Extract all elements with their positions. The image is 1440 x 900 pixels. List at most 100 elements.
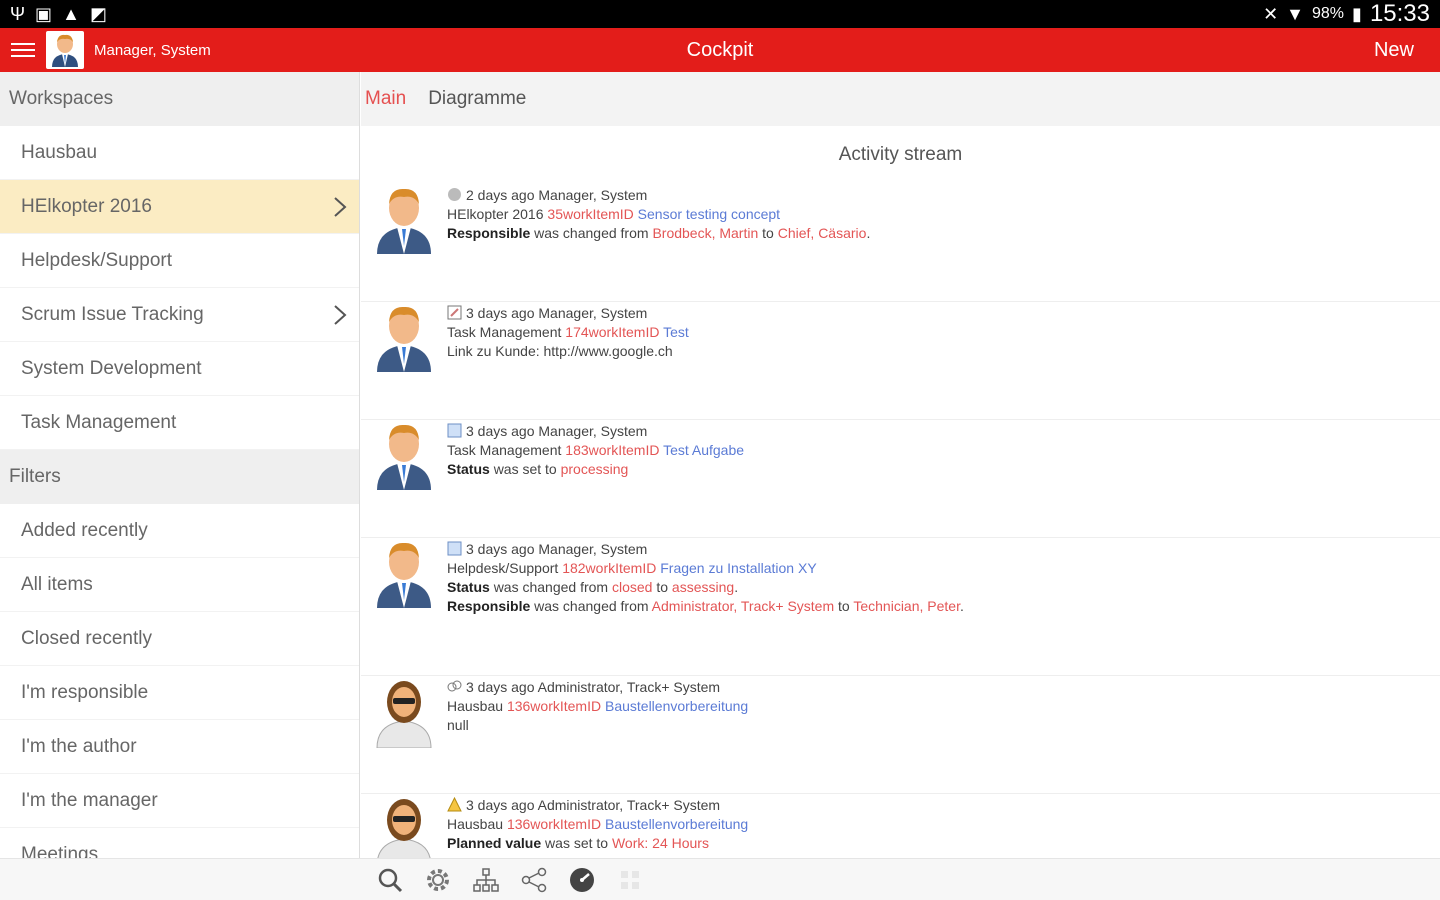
item-id-link[interactable]: 136workItemID (507, 698, 601, 714)
entry-change-line: Responsible was changed from Administrat… (447, 598, 964, 614)
clock: 15:33 (1369, 0, 1430, 27)
sidebar-item-task-management[interactable]: Task Management (0, 396, 359, 450)
item-title-link[interactable]: Test Aufgabe (663, 442, 744, 458)
gallery-icon: ◩ (89, 4, 107, 24)
entry-meta: 3 days ago Administrator, Track+ System (447, 678, 748, 697)
sidebar-item-system-development[interactable]: System Development (0, 342, 359, 396)
activity-stream-title: Activity stream (838, 144, 963, 165)
sidebar-item-all-items[interactable]: All items (0, 558, 359, 612)
battery-icon: ▮ (1352, 3, 1362, 24)
entry-change-line: Link zu Kunde: http://www.google.ch (447, 343, 673, 359)
entry-text: 3 days ago Manager, System Task Manageme… (447, 420, 744, 537)
item-id-link[interactable]: 174workItemID (565, 324, 659, 340)
item-title-link[interactable]: Sensor testing concept (638, 206, 780, 222)
manager-avatar (361, 302, 447, 419)
hierarchy-icon[interactable] (472, 866, 500, 894)
tab-diagramme[interactable]: Diagramme (428, 88, 526, 110)
filters-header: Filters (0, 450, 359, 504)
manager-avatar-icon (377, 542, 431, 608)
item-id-link[interactable]: 183workItemID (565, 442, 659, 458)
share-icon[interactable] (520, 866, 548, 894)
manager-avatar (361, 184, 447, 301)
manager-avatar-icon (377, 424, 431, 490)
sidebar-item-label: I'm responsible (21, 682, 149, 703)
user-name[interactable]: Manager, System (94, 42, 211, 59)
tab-main[interactable]: Main (365, 88, 406, 110)
item-title-link[interactable]: Fragen zu Installation XY (660, 560, 816, 576)
bottom-toolbar (0, 858, 1440, 900)
tab-bar: Main Diagramme (361, 72, 1440, 126)
entry-text: 3 days ago Manager, System Helpdesk/Supp… (447, 538, 964, 675)
admin-avatar-icon (376, 681, 432, 748)
dashboard-icon[interactable] (568, 866, 596, 894)
edit-icon (447, 305, 462, 320)
sidebar-item-meetings[interactable]: Meetings (0, 828, 359, 858)
manager-avatar (361, 420, 447, 537)
sidebar-item-helpdesk-support[interactable]: Helpdesk/Support (0, 234, 359, 288)
sidebar-item-im-the-manager[interactable]: I'm the manager (0, 774, 359, 828)
entry-meta: 3 days ago Manager, System (447, 540, 964, 559)
sidebar-item-label: Task Management (21, 412, 177, 433)
main-panel: Main Diagramme Activity stream 2 days ag… (361, 72, 1440, 858)
activity-entry[interactable]: 3 days ago Manager, System Task Manageme… (361, 420, 1440, 538)
entry-text: 2 days ago Manager, System HElkopter 201… (447, 184, 870, 301)
sidebar-item-label: Scrum Issue Tracking (21, 304, 204, 325)
user-avatar-icon (52, 34, 78, 67)
page-title-wrapper: Cockpit (0, 39, 1440, 62)
sidebar-item-scrum-issue-tracking[interactable]: Scrum Issue Tracking (0, 288, 359, 342)
activity-entry[interactable]: 3 days ago Administrator, Track+ System … (361, 676, 1440, 794)
sidebar-item-im-responsible[interactable]: I'm responsible (0, 666, 359, 720)
activity-entry[interactable]: 3 days ago Manager, System Helpdesk/Supp… (361, 538, 1440, 676)
activity-entry[interactable]: 3 days ago Manager, System Task Manageme… (361, 302, 1440, 420)
sidebar-item-label: Meetings (21, 844, 99, 858)
sidebar: Workspaces Hausbau HElkopter 2016 Helpde… (0, 72, 360, 858)
entry-meta: 2 days ago Manager, System (447, 186, 870, 205)
workspaces-header: Workspaces (0, 72, 359, 126)
chevron-right-icon[interactable] (329, 196, 351, 218)
warning-icon (447, 796, 462, 812)
sidebar-item-closed-recently[interactable]: Closed recently (0, 612, 359, 666)
chevron-right-icon[interactable] (329, 304, 351, 326)
entry-change-line: Status was changed from closed to assess… (447, 579, 739, 595)
item-title-link[interactable]: Baustellenvorbereitung (605, 698, 748, 714)
menu-icon[interactable] (0, 28, 40, 72)
sidebar-item-helikopter-2016[interactable]: HElkopter 2016 (0, 180, 359, 234)
sidebar-item-hausbau[interactable]: Hausbau (0, 126, 359, 180)
sidebar-item-im-the-author[interactable]: I'm the author (0, 720, 359, 774)
comment-icon (447, 187, 462, 202)
admin-avatar-icon (377, 799, 431, 858)
wifi-icon: ▼ (1286, 3, 1304, 24)
app-bar: Manager, System Cockpit New (0, 28, 1440, 72)
sidebar-item-label: I'm the manager (21, 790, 158, 811)
item-title-link[interactable]: Baustellenvorbereitung (605, 816, 748, 832)
battery-percent: 98% (1312, 5, 1345, 22)
entry-change-line: Status was set to processing (447, 461, 629, 477)
sidebar-item-label: Closed recently (21, 628, 152, 649)
item-id-link[interactable]: 136workItemID (507, 816, 601, 832)
new-button[interactable]: New (1374, 28, 1414, 72)
entry-meta: 3 days ago Manager, System (447, 422, 744, 441)
item-title-link[interactable]: Test (663, 324, 689, 340)
sidebar-item-label: HElkopter 2016 (21, 196, 152, 217)
entry-meta: 3 days ago Administrator, Track+ System (447, 796, 748, 815)
mute-icon: ✕ (1263, 3, 1279, 24)
activity-entry[interactable]: 3 days ago Administrator, Track+ System … (361, 794, 1440, 858)
item-id-link[interactable]: 35workItemID (547, 206, 633, 222)
activity-entry[interactable]: 2 days ago Manager, System HElkopter 201… (361, 184, 1440, 302)
grid-icon[interactable] (616, 866, 644, 894)
search-icon[interactable] (376, 866, 404, 894)
manager-avatar (361, 538, 447, 675)
item-id-link[interactable]: 182workItemID (562, 560, 656, 576)
gear-icon[interactable] (424, 866, 452, 894)
sidebar-item-label: Hausbau (21, 142, 98, 163)
warning-icon: ▲ (62, 4, 80, 24)
status-icons-right: ✕ ▼ 98% ▮ 15:33 (1263, 0, 1430, 28)
status-icons-left: Ψ ▣ ▲ ◩ (10, 0, 107, 28)
entry-text: 3 days ago Administrator, Track+ System … (447, 676, 748, 793)
user-avatar[interactable] (46, 31, 84, 69)
sidebar-item-label: Added recently (21, 520, 148, 541)
entry-item-line: Task Management 183workItemID Test Aufga… (447, 442, 745, 458)
entry-item-line: Hausbau 136workItemID Baustellenvorberei… (447, 698, 749, 714)
sidebar-item-added-recently[interactable]: Added recently (0, 504, 359, 558)
sidebar-item-label: All items (21, 574, 93, 595)
